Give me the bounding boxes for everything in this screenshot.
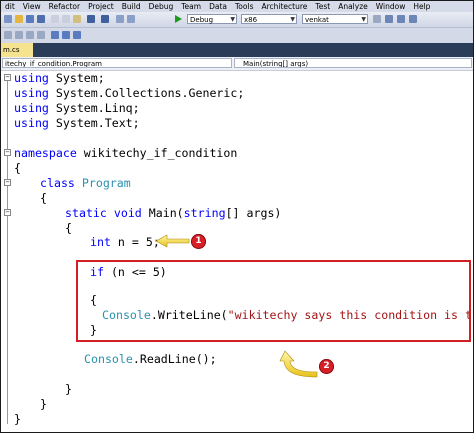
arrow-2 [279,350,318,378]
callout-badge-1: 1 [191,234,206,249]
annotation-arrows [155,234,318,378]
arrow-1 [155,234,190,248]
ide-window: dit View Refactor Project Build Debug Te… [0,0,474,433]
callout-badge-2: 2 [319,359,334,374]
